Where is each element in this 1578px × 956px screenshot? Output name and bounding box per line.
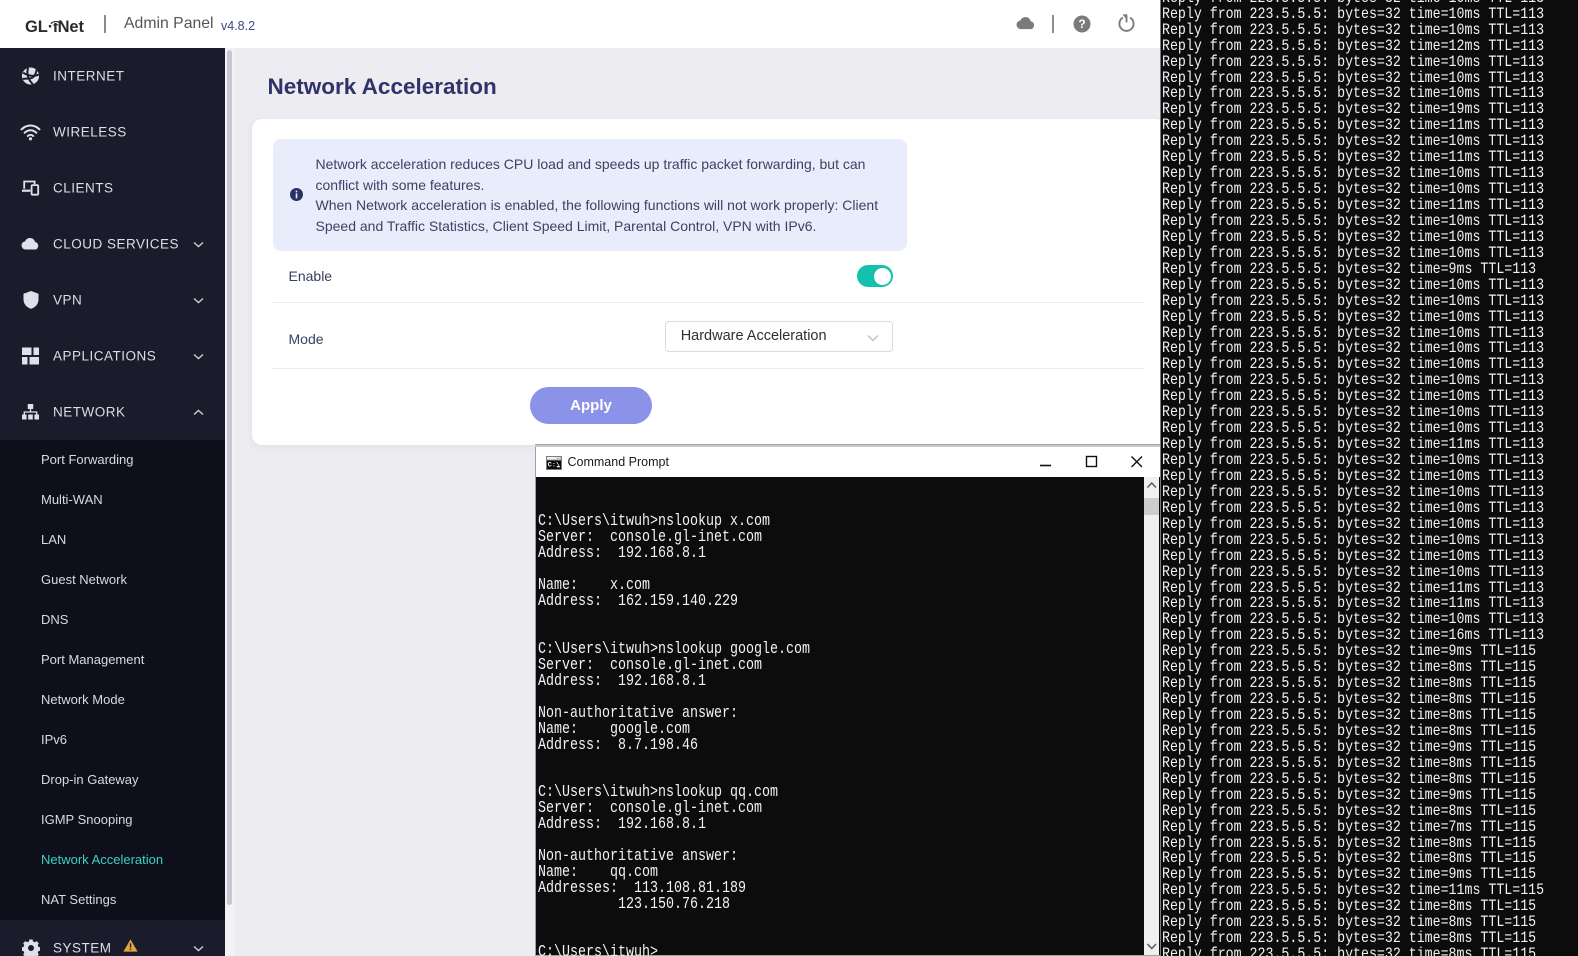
svg-text:C:\: C:\: [548, 462, 560, 470]
svg-text:?: ?: [1078, 17, 1085, 31]
